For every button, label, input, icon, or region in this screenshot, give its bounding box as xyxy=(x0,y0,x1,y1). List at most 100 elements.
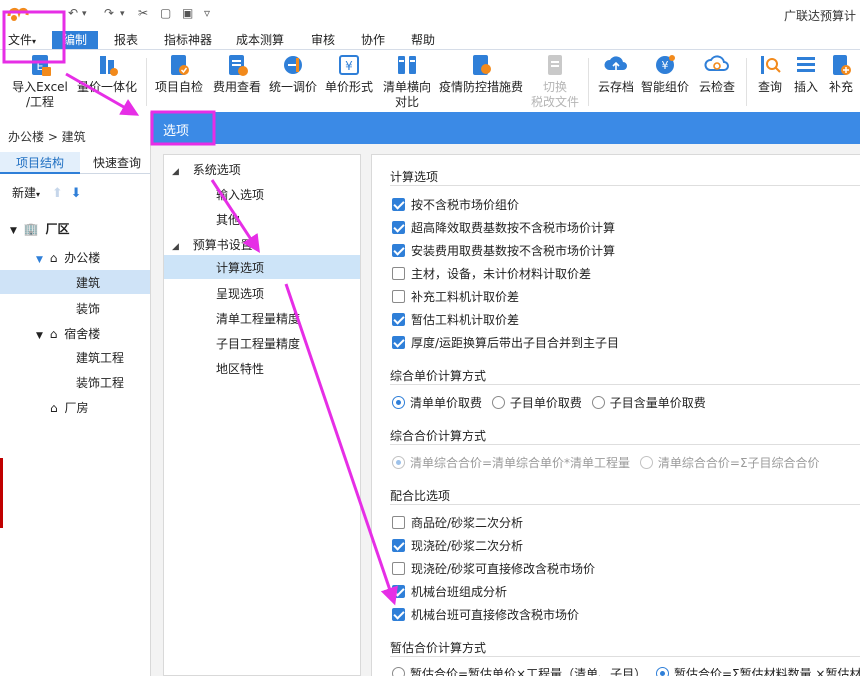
radio-option-sub-content-price[interactable]: 子目含量单价取费 xyxy=(591,394,706,411)
options-tree-item-list-precision[interactable]: 清单工程量精度 xyxy=(216,310,300,327)
checkbox[interactable] xyxy=(392,562,405,575)
checkbox[interactable] xyxy=(392,267,405,280)
import-excel-button[interactable]: E 导入Excel /工程 xyxy=(8,52,72,110)
option-calc-6[interactable]: 厚度/运距换算后带出子目合并到主子目 xyxy=(392,334,619,351)
tree-item-sushelou[interactable]: ▼ ⌂ 宿舍楼 xyxy=(36,325,100,342)
collapse-icon[interactable]: ▼ xyxy=(36,255,43,265)
copy-icon[interactable]: ▢ xyxy=(160,6,171,20)
radio-button[interactable] xyxy=(491,396,505,409)
list-compare-button[interactable]: 清单横向 对比 xyxy=(380,52,434,110)
cost-view-button[interactable]: 费用查看 xyxy=(210,52,264,95)
options-tree-item-system[interactable]: ◢ 系统选项 xyxy=(172,161,241,178)
options-tree-item-input[interactable]: 输入选项 xyxy=(216,186,264,203)
dialog-header[interactable]: 选项 xyxy=(151,112,860,144)
tab-zhibiao[interactable]: 指标神器 xyxy=(156,31,220,49)
radio-button[interactable] xyxy=(392,667,405,676)
tree-item-bangonglou[interactable]: ▼ ⌂ 办公楼 xyxy=(36,249,100,266)
collapse-icon[interactable]: ▼ xyxy=(36,331,43,341)
tax-switch-button[interactable]: 切换 税改文件 xyxy=(528,52,582,110)
tab-bianzhi[interactable]: 编制 xyxy=(52,31,98,49)
tree-item-changfang[interactable]: ⌂ 厂房 xyxy=(50,399,88,416)
checkbox[interactable] xyxy=(392,539,405,552)
checkbox[interactable] xyxy=(392,336,405,349)
price-adjust-button[interactable]: 统一调价 xyxy=(266,52,320,95)
tab-quick-query[interactable]: 快速查询 xyxy=(82,152,152,174)
option-mix-1[interactable]: 现浇砼/砂浆二次分析 xyxy=(392,537,523,554)
tree-item-zhuangshi[interactable]: 装饰 xyxy=(76,300,100,317)
dialog-title: 选项 xyxy=(163,124,190,139)
checkbox[interactable] xyxy=(392,198,405,211)
options-tree-item-calc[interactable]: 计算选项 xyxy=(164,255,360,279)
customize-quick-access-icon[interactable]: ▿ xyxy=(204,6,210,20)
radio-option-sub-price[interactable]: 子目单价取费 xyxy=(491,394,582,411)
option-calc-1[interactable]: 超高降效取费基数按不含税市场价计算 xyxy=(392,219,615,236)
tree-item-zhuangshi-gongcheng[interactable]: 装饰工程 xyxy=(76,374,124,391)
supplement-button[interactable]: 补充 xyxy=(824,52,858,95)
paste-icon[interactable]: ▣ xyxy=(182,6,193,20)
undo-icon[interactable]: ↶ xyxy=(68,6,78,20)
unit-price-button[interactable]: ¥ 单价形式 xyxy=(322,52,376,95)
option-mix-3[interactable]: 机械台班组成分析 xyxy=(392,583,507,600)
option-calc-5[interactable]: 暂估工料机计取价差 xyxy=(392,311,519,328)
redo-icon[interactable]: ↷ xyxy=(104,6,114,20)
tab-project-structure[interactable]: 项目结构 xyxy=(0,152,80,174)
checkbox[interactable] xyxy=(392,290,405,303)
radio-option-estimate-unit[interactable]: 暂估合价=暂估单价×工程量（清单、子目） xyxy=(392,665,646,676)
epidemic-fee-button[interactable]: 疫情防控措施费 xyxy=(438,52,524,95)
toolbar-divider xyxy=(588,58,589,106)
new-button[interactable]: 新建▾ xyxy=(12,186,40,200)
radio-option-list-price[interactable]: 清单单价取费 xyxy=(392,394,482,411)
option-calc-3[interactable]: 主材，设备，未计价材料计取价差 xyxy=(392,265,591,282)
options-tree-item-other[interactable]: 其他 xyxy=(216,211,240,228)
option-calc-0[interactable]: 按不含税市场价组价 xyxy=(392,196,519,213)
tree-item-changqu[interactable]: ▼ 🏢 厂区 xyxy=(10,220,70,237)
checkbox[interactable] xyxy=(392,585,405,598)
option-mix-4[interactable]: 机械台班可直接修改含税市场价 xyxy=(392,606,579,623)
options-tree-item-region[interactable]: 地区特性 xyxy=(216,360,264,377)
tab-shenhe[interactable]: 审核 xyxy=(302,31,344,49)
radio-option-estimate-sum[interactable]: 暂估合价=Σ暂估材料数量 ×暂估材 xyxy=(655,665,860,676)
move-down-icon[interactable]: ⬇ xyxy=(71,186,82,201)
tab-help[interactable]: 帮助 xyxy=(402,31,444,49)
move-up-icon[interactable]: ⬆ xyxy=(52,186,63,201)
radio-button[interactable] xyxy=(392,456,405,469)
tab-chengben[interactable]: 成本测算 xyxy=(228,31,292,49)
options-tree-item-present[interactable]: 呈现选项 xyxy=(216,285,264,302)
redo-dropdown-icon[interactable]: ▾ xyxy=(120,9,125,19)
option-calc-4[interactable]: 补充工料机计取价差 xyxy=(392,288,519,305)
radio-button[interactable] xyxy=(655,667,669,676)
project-check-button[interactable]: 项目自检 xyxy=(152,52,206,95)
option-mix-2[interactable]: 现浇砼/砂浆可直接修改含税市场价 xyxy=(392,560,595,577)
tree-item-jianzhu[interactable]: 建筑 xyxy=(0,270,150,294)
checkbox[interactable] xyxy=(392,244,405,257)
radio-option-total-by-unit[interactable]: 清单综合合价=清单综合单价*清单工程量 xyxy=(392,454,630,471)
checkbox[interactable] xyxy=(392,516,405,529)
cloud-archive-button[interactable]: 云存档 xyxy=(594,52,638,95)
quantity-price-button[interactable]: 量价一体化 xyxy=(74,52,140,95)
radio-option-total-by-sum[interactable]: 清单综合合价=Σ子目综合合价 xyxy=(639,454,820,471)
collapse-icon[interactable]: ◢ xyxy=(172,242,179,252)
checkbox[interactable] xyxy=(392,313,405,326)
insert-icon xyxy=(797,57,815,72)
option-mix-0[interactable]: 商品砼/砂浆二次分析 xyxy=(392,514,523,531)
option-calc-2[interactable]: 安装费用取费基数按不含税市场价计算 xyxy=(392,242,615,259)
checkbox[interactable] xyxy=(392,608,405,621)
insert-button[interactable]: 插入 xyxy=(790,52,822,95)
query-button[interactable]: 查询 xyxy=(752,52,788,95)
radio-button[interactable] xyxy=(392,396,405,409)
radio-button[interactable] xyxy=(591,396,605,409)
cut-icon[interactable]: ✂ xyxy=(138,6,148,20)
options-tree-item-sub-precision[interactable]: 子目工程量精度 xyxy=(216,335,300,352)
tab-xiezuo[interactable]: 协作 xyxy=(352,31,394,49)
cloud-check-button[interactable]: 云检查 xyxy=(694,52,740,95)
file-menu[interactable]: 文件▾ xyxy=(8,31,36,49)
collapse-icon[interactable]: ▼ xyxy=(10,226,17,236)
smart-price-button[interactable]: ¥ 智能组价 xyxy=(638,52,692,95)
tab-baobiao[interactable]: 报表 xyxy=(104,31,148,49)
checkbox[interactable] xyxy=(392,221,405,234)
collapse-icon[interactable]: ◢ xyxy=(172,167,179,177)
tree-item-jianzhu-gongcheng[interactable]: 建筑工程 xyxy=(76,349,124,366)
undo-dropdown-icon[interactable]: ▾ xyxy=(82,9,87,19)
options-tree-item-budget[interactable]: ◢ 预算书设置 xyxy=(172,236,253,253)
radio-button[interactable] xyxy=(639,456,653,469)
